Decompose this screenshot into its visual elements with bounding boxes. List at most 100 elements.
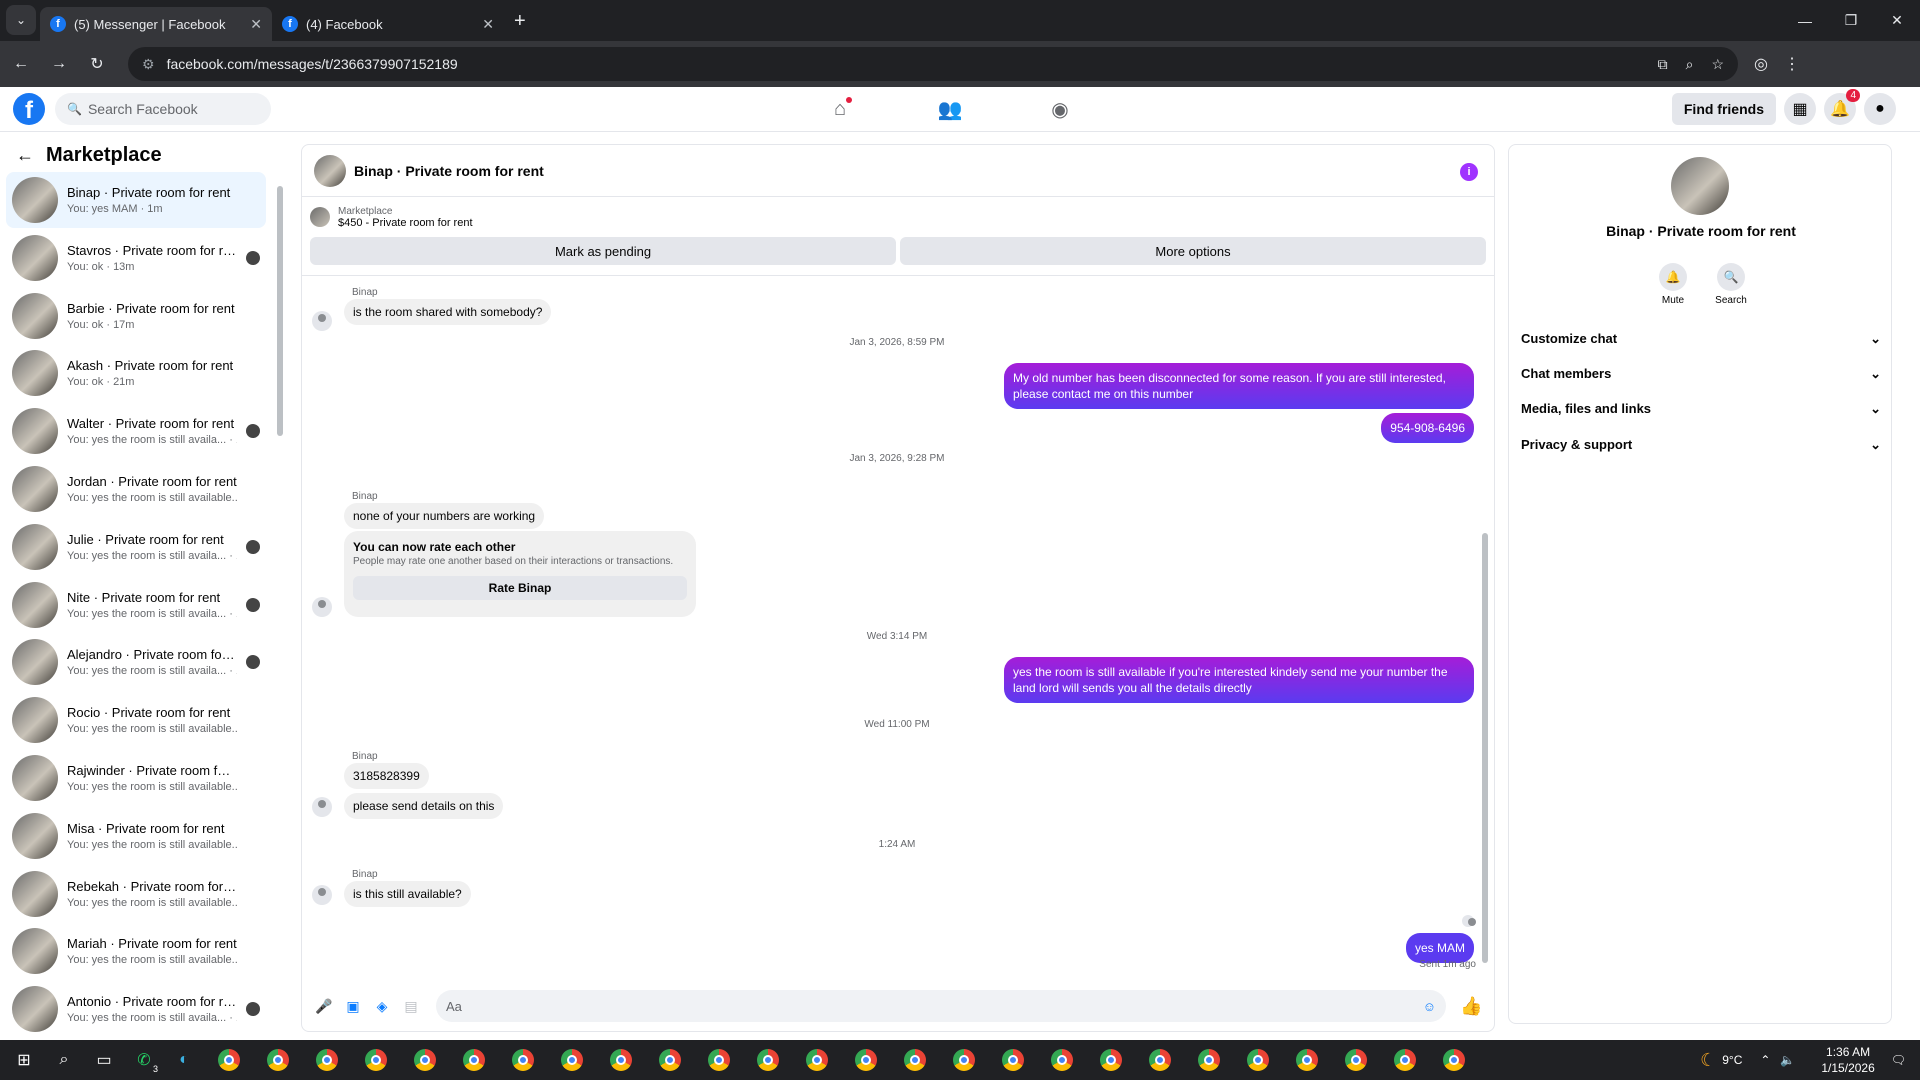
privacy-support-section[interactable]: Privacy & support ⌄ — [1521, 437, 1881, 453]
notification-center-icon[interactable]: 🗨 — [1891, 1053, 1906, 1067]
weather-icon[interactable]: ☾ — [1700, 1050, 1716, 1071]
chrome-window-icon[interactable] — [1037, 1040, 1086, 1080]
chat-avatar[interactable] — [314, 154, 346, 187]
menu-grid-icon[interactable]: ▦ — [1784, 93, 1816, 125]
facebook-logo-icon[interactable]: f — [13, 93, 45, 125]
mark-pending-button[interactable]: Mark as pending — [310, 237, 896, 265]
chrome-window-icon[interactable] — [841, 1040, 890, 1080]
conversation-item[interactable]: Rebekah · Private room for rent You: yes … — [6, 866, 266, 922]
more-options-button[interactable]: More options — [900, 237, 1486, 265]
chrome-window-icon[interactable] — [547, 1040, 596, 1080]
conversation-item[interactable]: Misa · Private room for rent You: yes the… — [6, 808, 266, 864]
chrome-window-icon[interactable] — [743, 1040, 792, 1080]
chrome-window-icon[interactable] — [302, 1040, 351, 1080]
chrome-window-icon[interactable] — [351, 1040, 400, 1080]
tab-messenger[interactable]: f (5) Messenger | Facebook ✕ — [40, 7, 272, 41]
message-input[interactable]: Aa ☺ — [436, 990, 1446, 1022]
chrome-window-icon[interactable] — [645, 1040, 694, 1080]
conversation-item[interactable]: Antonio · Private room for rent You: yes … — [6, 981, 266, 1037]
conversation-item[interactable]: Mariah · Private room for rent You: yes t… — [6, 923, 266, 979]
new-tab-button[interactable]: + — [514, 10, 526, 33]
conversation-item[interactable]: Rajwinder · Private room for rent You: ye… — [6, 750, 266, 806]
thumbs-up-icon[interactable]: 👍 — [1460, 996, 1482, 1017]
conversation-item[interactable]: Julie · Private room for rent You: yes th… — [6, 519, 266, 575]
info-icon[interactable]: i — [1460, 163, 1478, 181]
forward-button[interactable]: → — [42, 47, 76, 81]
chat-members-section[interactable]: Chat members ⌄ — [1521, 366, 1881, 382]
chrome-window-icon[interactable] — [1380, 1040, 1429, 1080]
chrome-window-icon[interactable] — [694, 1040, 743, 1080]
conversation-item[interactable]: Walter · Private room for rent You: yes t… — [6, 403, 266, 459]
conversation-item[interactable]: Alejandro · Private room for r... You: ye… — [6, 634, 266, 690]
groups-icon[interactable]: ◉ — [1040, 87, 1080, 132]
tab-search-button[interactable]: ⌄ — [6, 5, 36, 35]
conversation-item[interactable]: Barbie · Private room for rent You: ok · … — [6, 288, 266, 344]
rate-binap-button[interactable]: Rate Binap — [353, 576, 687, 600]
chrome-window-icon[interactable] — [204, 1040, 253, 1080]
media-files-section[interactable]: Media, files and links ⌄ — [1521, 401, 1881, 417]
search-conversation-button[interactable]: 🔍 Search — [1715, 263, 1747, 306]
notifications-bell-icon[interactable]: 🔔 4 — [1824, 89, 1860, 125]
start-button[interactable]: ⊞ — [4, 1040, 44, 1080]
chrome-window-icon[interactable] — [890, 1040, 939, 1080]
chat-scrollbar[interactable] — [1482, 283, 1490, 973]
temperature[interactable]: 9°C — [1722, 1053, 1742, 1067]
customize-chat-section[interactable]: Customize chat ⌄ — [1521, 331, 1881, 347]
whatsapp-icon[interactable]: ✆ 3 — [124, 1040, 164, 1080]
bookmark-star-icon[interactable]: ☆ — [1711, 56, 1724, 73]
chrome-window-icon[interactable] — [400, 1040, 449, 1080]
conversation-item[interactable]: Akash · Private room for rent You: ok · 2… — [6, 345, 266, 401]
conversation-item[interactable]: Stavros · Private room for rent You: ok ·… — [6, 230, 266, 286]
url-bar[interactable]: ⚙ facebook.com/messages/t/23663799071521… — [128, 47, 1738, 81]
chrome-window-icon[interactable] — [253, 1040, 302, 1080]
close-window-button[interactable]: ✕ — [1874, 0, 1920, 41]
restore-button[interactable]: ❐ — [1828, 0, 1874, 41]
zoom-icon[interactable]: ⌕ — [1686, 56, 1694, 73]
emoji-icon[interactable]: ☺ — [1423, 999, 1436, 1014]
menu-kebab-icon[interactable]: ⋮ — [1784, 54, 1800, 74]
install-app-icon[interactable]: ⧉ — [1658, 56, 1668, 73]
conversation-item[interactable]: Jordan · Private room for rent You: yes t… — [6, 461, 266, 517]
friends-icon[interactable]: 👥 — [930, 87, 970, 132]
chrome-window-icon[interactable] — [1086, 1040, 1135, 1080]
back-arrow-icon[interactable]: ← — [16, 145, 34, 166]
chrome-window-icon[interactable] — [988, 1040, 1037, 1080]
chrome-window-icon[interactable] — [498, 1040, 547, 1080]
chrome-window-icon[interactable] — [939, 1040, 988, 1080]
profile-icon[interactable]: ◎ — [1754, 54, 1768, 74]
chrome-window-icon[interactable] — [596, 1040, 645, 1080]
task-view-icon[interactable]: ▭ — [84, 1040, 124, 1080]
chat-title[interactable]: Binap · Private room for rent — [354, 163, 544, 179]
close-tab-icon[interactable]: ✕ — [250, 16, 262, 33]
chrome-window-icon[interactable] — [1282, 1040, 1331, 1080]
conversation-item[interactable]: Nite · Private room for rent You: yes the… — [6, 577, 266, 633]
home-icon[interactable]: ⌂ — [820, 87, 860, 132]
account-avatar[interactable]: ● — [1864, 93, 1896, 125]
reload-button[interactable]: ↻ — [80, 47, 114, 81]
tray-chevron-icon[interactable]: ⌃ — [1760, 1053, 1770, 1067]
find-friends-button[interactable]: Find friends — [1671, 93, 1776, 125]
back-button[interactable]: ← — [4, 47, 38, 81]
profile-avatar[interactable] — [1671, 157, 1729, 215]
conversation-item[interactable]: Rocio · Private room for rent You: yes th… — [6, 692, 266, 748]
microphone-icon[interactable]: 🎤 — [312, 994, 336, 1018]
photo-icon[interactable]: ▣ — [341, 994, 365, 1018]
chrome-window-icon[interactable] — [1184, 1040, 1233, 1080]
tab-facebook[interactable]: f (4) Facebook ✕ — [272, 7, 504, 41]
close-tab-icon[interactable]: ✕ — [482, 16, 494, 33]
chrome-window-icon[interactable] — [1233, 1040, 1282, 1080]
site-info-icon[interactable]: ⚙ — [142, 56, 155, 73]
facebook-search-input[interactable]: 🔍 Search Facebook — [55, 93, 271, 125]
chrome-window-icon[interactable] — [1135, 1040, 1184, 1080]
volume-icon[interactable]: 🔈 — [1780, 1053, 1795, 1067]
listing-banner[interactable]: Marketplace $450 - Private room for rent — [302, 197, 1494, 237]
chrome-window-icon[interactable] — [792, 1040, 841, 1080]
minimize-button[interactable]: — — [1782, 0, 1828, 41]
sticker-icon[interactable]: ◈ — [370, 994, 394, 1018]
search-icon[interactable]: ⌕ — [44, 1040, 84, 1080]
mute-button[interactable]: 🔔 Mute — [1657, 263, 1689, 306]
conversation-item[interactable]: Binap · Private room for rent You: yes MA… — [6, 172, 266, 228]
chrome-window-icon[interactable] — [449, 1040, 498, 1080]
sidebar-scrollbar[interactable] — [277, 172, 285, 1032]
gif-icon[interactable]: ▤ — [399, 994, 423, 1018]
